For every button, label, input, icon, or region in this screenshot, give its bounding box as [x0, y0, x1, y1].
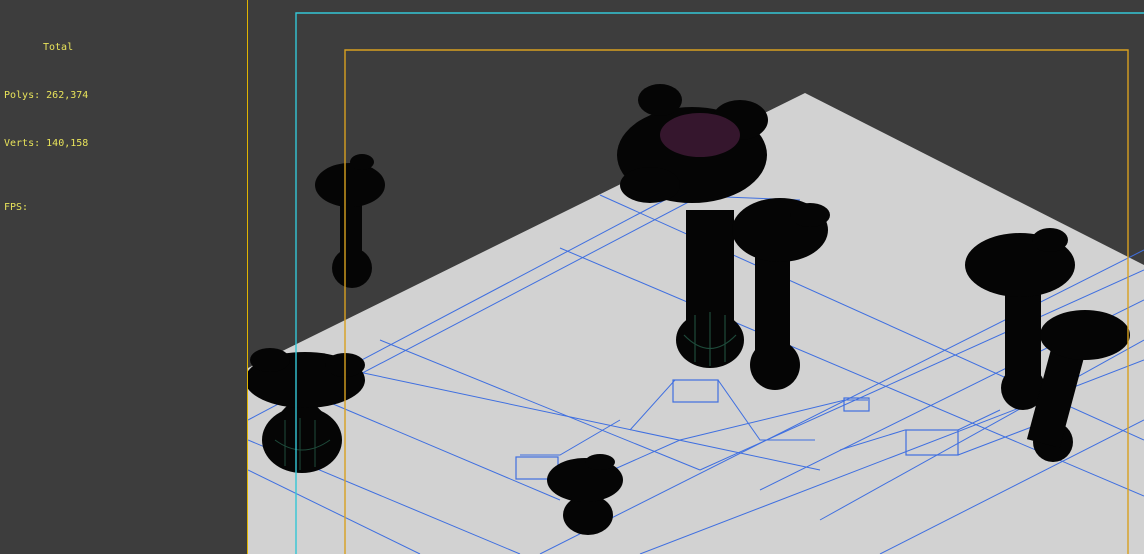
- palm-fronds-tint: [660, 113, 740, 157]
- stats-title: Total: [43, 42, 74, 53]
- perspective-viewport[interactable]: [248, 0, 1144, 554]
- fps-label: FPS:: [4, 202, 29, 213]
- stats-panel: Total Polys: 262,374 Verts: 140,158 FPS:: [0, 0, 247, 554]
- polys-label: Polys:: [4, 90, 41, 101]
- polys-row: Polys: 262,374: [4, 88, 88, 104]
- viewport-canvas[interactable]: [248, 0, 1144, 554]
- verts-row: Verts: 140,158: [4, 136, 88, 152]
- verts-value: 140,158: [46, 138, 89, 149]
- fps-row: FPS:: [4, 200, 88, 216]
- potted-plant: [315, 154, 385, 288]
- viewport-statistics: Total Polys: 262,374 Verts: 140,158 FPS:: [4, 8, 88, 248]
- polys-value: 262,374: [46, 90, 89, 101]
- verts-label: Verts:: [4, 138, 41, 149]
